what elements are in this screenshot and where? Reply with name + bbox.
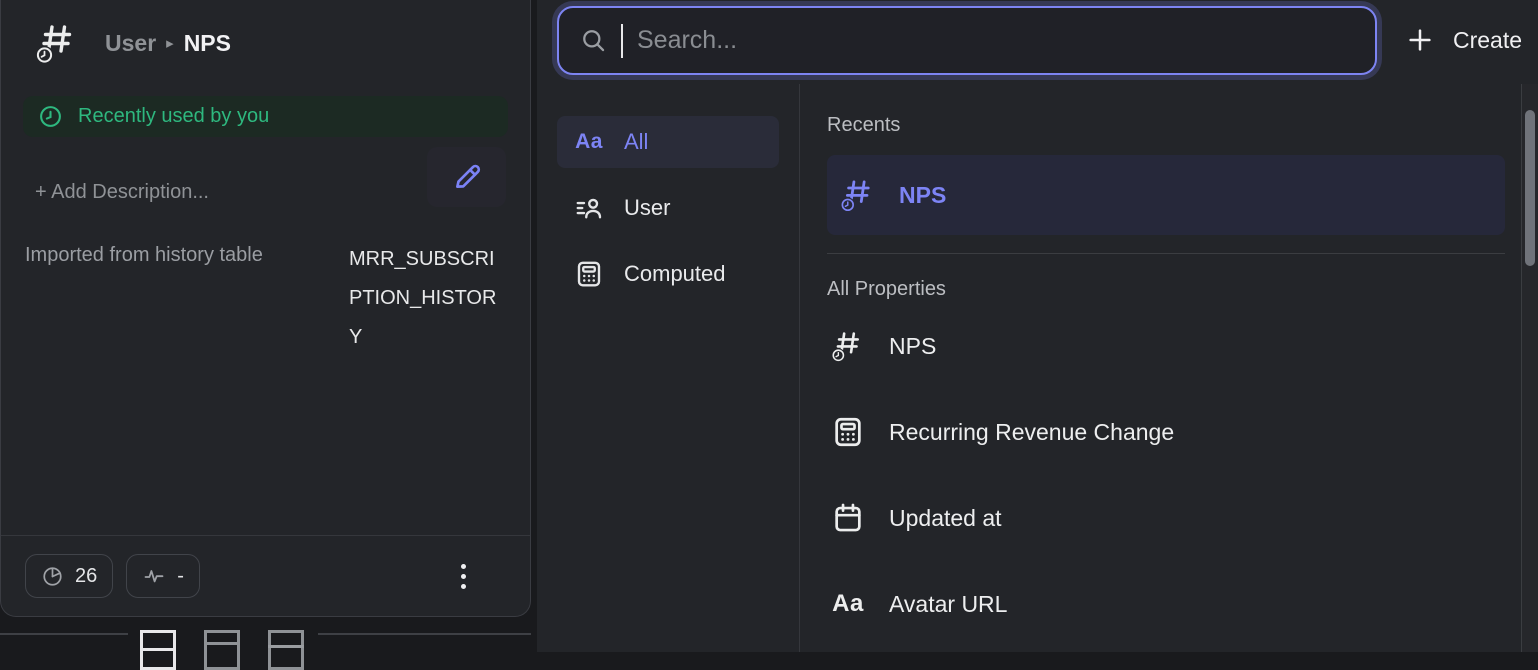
- activity-pulse-icon: [142, 564, 166, 588]
- filter-label: All: [624, 129, 648, 155]
- scrollbar-thumb[interactable]: [1525, 110, 1535, 266]
- imported-from-label: Imported from history table: [25, 240, 263, 357]
- filter-label: User: [624, 195, 670, 221]
- card-header: User ▸ NPS: [1, 0, 530, 66]
- property-item-label: Updated at: [889, 505, 1002, 532]
- trend-button[interactable]: -: [126, 554, 200, 598]
- property-item-label: NPS: [889, 333, 936, 360]
- search-input[interactable]: Search...: [557, 6, 1377, 75]
- background-chart-icon: [140, 630, 176, 670]
- pencil-icon: [450, 160, 484, 194]
- filter-sidebar: Aa All User: [537, 84, 800, 652]
- clock-icon: [38, 104, 63, 129]
- scrollbar-track[interactable]: [1521, 84, 1538, 652]
- breadcrumb-separator-icon: ▸: [166, 34, 174, 52]
- text-cursor: [621, 24, 623, 58]
- filter-item-user[interactable]: User: [557, 182, 779, 234]
- number-clock-icon: [35, 20, 79, 66]
- calculator-icon: [573, 259, 605, 289]
- breadcrumb-current: NPS: [184, 30, 231, 57]
- filter-label: Computed: [624, 261, 726, 287]
- background-divider: [0, 633, 128, 635]
- imported-table-name: MRR_SUBSCRIPTION_HISTORY: [349, 240, 506, 357]
- results-list: Recents NPS All Properties: [800, 84, 1521, 652]
- background-chart-icon: [268, 630, 304, 670]
- property-item-avatar-url[interactable]: Aa Avatar URL: [827, 563, 1505, 645]
- plus-icon: [1405, 25, 1435, 55]
- more-options-button[interactable]: [457, 560, 470, 593]
- breadcrumb: User ▸ NPS: [105, 30, 231, 57]
- background-chart-icon: [204, 630, 240, 670]
- imported-from-row: Imported from history table MRR_SUBSCRIP…: [25, 240, 506, 357]
- filter-item-all[interactable]: Aa All: [557, 116, 779, 168]
- background-partial-content: [0, 630, 531, 652]
- recently-used-badge: Recently used by you: [23, 96, 508, 137]
- property-item-label: Recurring Revenue Change: [889, 419, 1174, 446]
- calculator-icon: [830, 415, 866, 449]
- recent-item-label: NPS: [899, 182, 946, 209]
- description-row: + Add Description...: [35, 147, 506, 207]
- search-placeholder: Search...: [637, 26, 737, 55]
- pie-chart-icon: [41, 565, 64, 588]
- distribution-count-value: 26: [75, 565, 97, 588]
- modal-body: Aa All User: [537, 84, 1538, 652]
- recent-item-nps[interactable]: NPS: [827, 155, 1505, 235]
- text-aa-icon: Aa: [830, 590, 866, 618]
- recently-used-label: Recently used by you: [78, 105, 269, 128]
- recents-section-title: Recents: [827, 114, 1505, 137]
- search-icon: [580, 27, 607, 54]
- add-description-button[interactable]: + Add Description...: [35, 181, 209, 207]
- filter-item-computed[interactable]: Computed: [557, 248, 779, 300]
- number-clock-icon: [840, 176, 876, 214]
- property-detail-card: User ▸ NPS Recently used by you + Add De…: [0, 0, 531, 617]
- edit-button[interactable]: [427, 147, 506, 207]
- calendar-icon: [830, 501, 866, 535]
- distribution-count-button[interactable]: 26: [25, 554, 113, 598]
- property-item-updated-at[interactable]: Updated at: [827, 477, 1505, 559]
- property-search-modal: Search... Create Aa All: [537, 0, 1538, 652]
- card-footer: 26 -: [1, 535, 530, 616]
- text-aa-icon: Aa: [573, 130, 605, 154]
- background-divider: [318, 633, 531, 635]
- create-label: Create: [1453, 27, 1522, 54]
- user-list-icon: [573, 193, 605, 223]
- section-divider: [827, 253, 1505, 254]
- create-button[interactable]: Create: [1393, 13, 1534, 67]
- number-clock-icon: [830, 328, 866, 364]
- property-item-nps[interactable]: NPS: [827, 305, 1505, 387]
- all-properties-section-title: All Properties: [827, 278, 1505, 301]
- trend-value: -: [177, 565, 184, 588]
- breadcrumb-parent[interactable]: User: [105, 30, 156, 57]
- property-item-recurring-revenue-change[interactable]: Recurring Revenue Change: [827, 391, 1505, 473]
- property-item-label: Avatar URL: [889, 591, 1007, 618]
